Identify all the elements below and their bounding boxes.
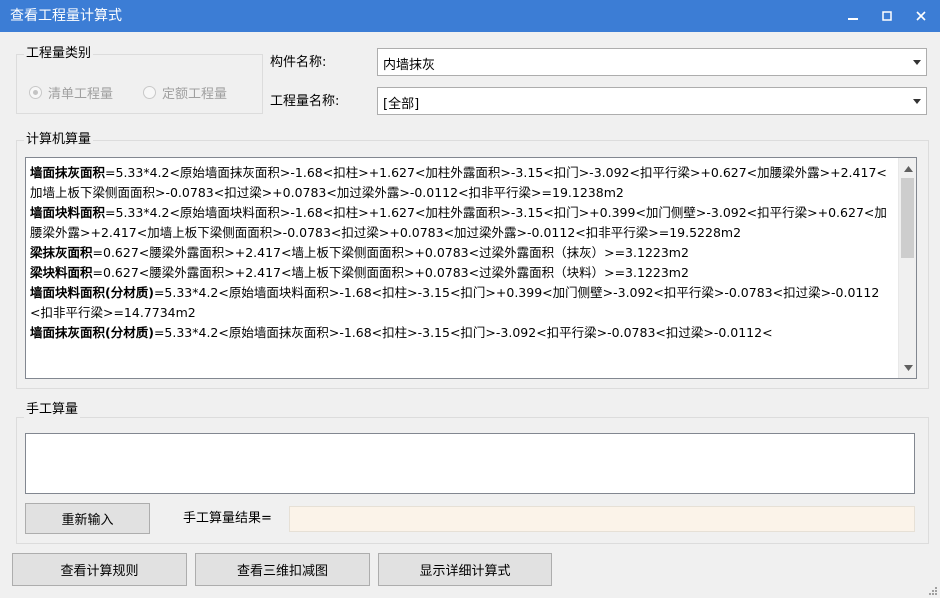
calc-line: 梁块料面积=0.627<腰梁外露面积>+2.417<墙上板下梁侧面面积>+0.0… xyxy=(30,263,888,283)
calc-line-name: 梁抹灰面积 xyxy=(30,245,93,260)
quantity-name-select[interactable]: [全部] xyxy=(377,87,927,115)
scrollbar-thumb[interactable] xyxy=(901,178,914,258)
maximize-button[interactable] xyxy=(870,0,904,32)
calc-line-name: 墙面块料面积 xyxy=(30,205,106,220)
view-3d-deduction-button[interactable]: 查看三维扣减图 xyxy=(195,553,370,586)
view-calc-rules-button[interactable]: 查看计算规则 xyxy=(12,553,187,586)
component-name-select[interactable]: 内墙抹灰 xyxy=(377,48,927,76)
manual-calc-legend: 手工算量 xyxy=(24,402,81,418)
calc-line-formula: =5.33*4.2<原始墙面块料面积>-1.68<扣柱>-3.15<扣门>+0.… xyxy=(30,285,880,320)
show-detail-formula-button[interactable]: 显示详细计算式 xyxy=(378,553,552,586)
calc-line: 墙面抹灰面积(分材质)=5.33*4.2<原始墙面抹灰面积>-1.68<扣柱>-… xyxy=(30,323,888,343)
calc-line-name: 梁块料面积 xyxy=(30,265,93,280)
chevron-down-icon xyxy=(913,99,921,104)
calc-line-formula: =5.33*4.2<原始墙面块料面积>-1.68<扣柱>+1.627<加柱外露面… xyxy=(30,205,887,240)
calc-line-formula: =5.33*4.2<原始墙面抹灰面积>-1.68<扣柱>+1.627<加柱外露面… xyxy=(30,165,887,200)
radio-norm-quantity[interactable]: 定额工程量 xyxy=(143,83,227,102)
manual-result-label: 手工算量结果= xyxy=(183,511,272,526)
vertical-scrollbar[interactable] xyxy=(898,158,916,378)
quantity-name-label: 工程量名称: xyxy=(270,94,340,109)
calc-line: 墙面块料面积(分材质)=5.33*4.2<原始墙面块料面积>-1.68<扣柱>-… xyxy=(30,283,888,323)
minimize-button[interactable] xyxy=(836,0,870,32)
scroll-up-icon[interactable] xyxy=(899,160,916,177)
maximize-icon xyxy=(882,11,892,21)
calc-line-name: 墙面块料面积(分材质) xyxy=(30,285,154,300)
minimize-icon xyxy=(848,18,858,20)
calc-line-name: 墙面抹灰面积(分材质) xyxy=(30,325,154,340)
calc-line: 墙面块料面积=5.33*4.2<原始墙面块料面积>-1.68<扣柱>+1.627… xyxy=(30,203,888,243)
window-title: 查看工程量计算式 xyxy=(10,8,122,24)
component-name-label: 构件名称: xyxy=(270,55,327,70)
scroll-down-icon[interactable] xyxy=(899,359,916,376)
manual-result-field xyxy=(289,506,915,532)
calc-line: 墙面抹灰面积=5.33*4.2<原始墙面抹灰面积>-1.68<扣柱>+1.627… xyxy=(30,163,888,203)
computer-calc-legend: 计算机算量 xyxy=(24,132,94,148)
calc-formula-box[interactable]: 墙面抹灰面积=5.33*4.2<原始墙面抹灰面积>-1.68<扣柱>+1.627… xyxy=(25,157,917,379)
calc-line-formula: =0.627<腰梁外露面积>+2.417<墙上板下梁侧面面积>+0.0783<过… xyxy=(92,265,689,280)
radio-norm-circle xyxy=(143,86,156,99)
calc-formula-text: 墙面抹灰面积=5.33*4.2<原始墙面抹灰面积>-1.68<扣柱>+1.627… xyxy=(30,163,888,343)
quantity-name-value: [全部] xyxy=(383,97,420,112)
radio-bill-circle xyxy=(29,86,42,99)
radio-bill-label: 清单工程量 xyxy=(48,87,114,102)
component-name-value: 内墙抹灰 xyxy=(383,58,436,73)
close-button[interactable] xyxy=(904,0,938,32)
resize-grip-icon[interactable] xyxy=(928,586,938,596)
close-icon xyxy=(916,11,926,21)
radio-norm-label: 定额工程量 xyxy=(162,87,228,102)
calc-line-name: 墙面抹灰面积 xyxy=(30,165,106,180)
quantity-type-legend: 工程量类别 xyxy=(24,46,94,62)
calc-line-formula: =0.627<腰梁外露面积>+2.417<墙上板下梁侧面面积>+0.0783<过… xyxy=(92,245,689,260)
reenter-button[interactable]: 重新输入 xyxy=(25,503,150,534)
manual-calc-input[interactable] xyxy=(25,433,915,494)
title-bar: 查看工程量计算式 xyxy=(0,0,940,32)
radio-bill-quantity[interactable]: 清单工程量 xyxy=(29,83,113,102)
calc-line: 梁抹灰面积=0.627<腰梁外露面积>+2.417<墙上板下梁侧面面积>+0.0… xyxy=(30,243,888,263)
calc-line-formula: =5.33*4.2<原始墙面抹灰面积>-1.68<扣柱>-3.15<扣门>-3.… xyxy=(153,325,773,340)
chevron-down-icon xyxy=(913,60,921,65)
